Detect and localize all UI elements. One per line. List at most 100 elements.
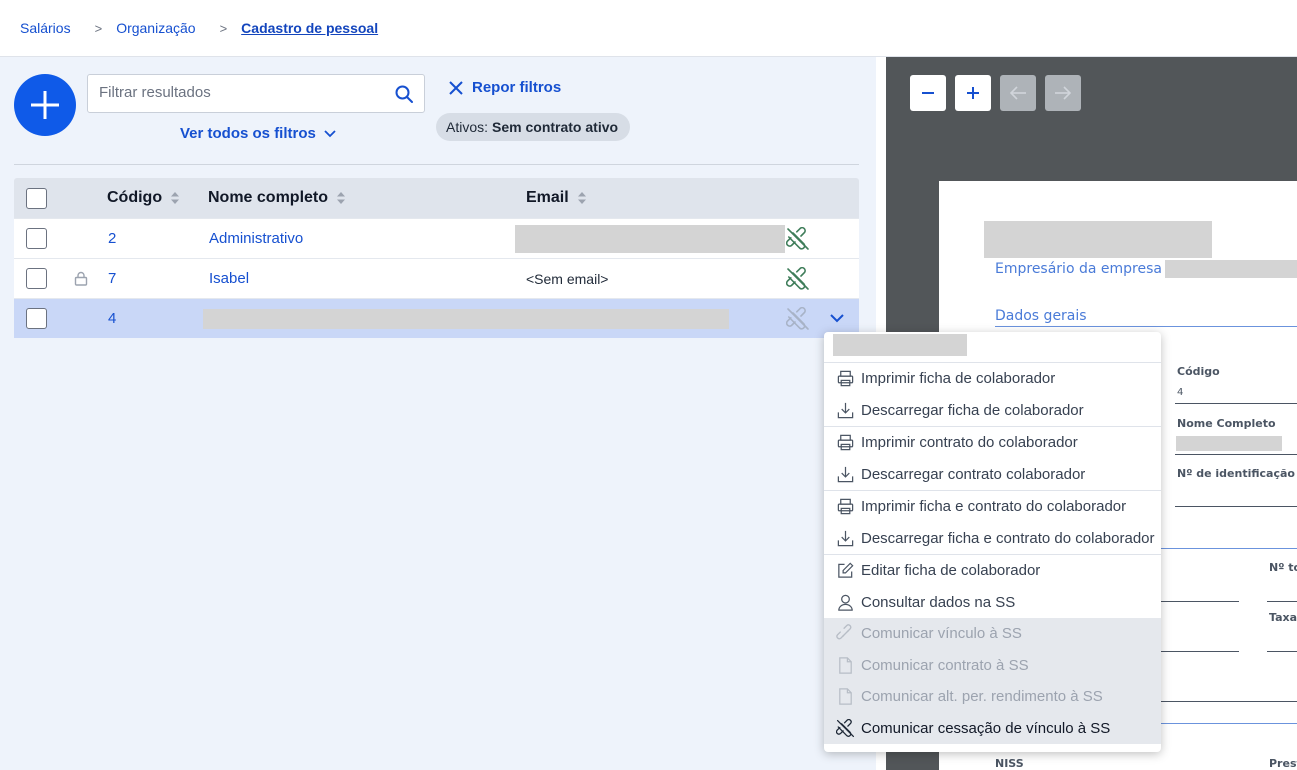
search-input[interactable]	[99, 84, 379, 101]
previous-page-button[interactable]	[1000, 75, 1036, 111]
next-page-button[interactable]	[1045, 75, 1081, 111]
broken-link-icon	[786, 306, 809, 330]
redacted-full-name	[1176, 436, 1282, 451]
menu-group-profile-contract: Imprimir ficha e contrato do colaborador…	[824, 491, 1161, 555]
doc-field-line	[1175, 454, 1297, 455]
menu-item-label: Editar ficha de colaborador	[861, 562, 1041, 580]
doc-section-line	[1161, 723, 1297, 724]
broken-link-icon	[786, 226, 809, 250]
breadcrumb-separator: >	[219, 20, 228, 36]
menu-item-communicate-contract[interactable]: Comunicar contrato à SS	[824, 649, 1161, 681]
reset-filters-label: Repor filtros	[472, 79, 562, 96]
row-email: <Sem email>	[526, 270, 609, 287]
breadcrumb-organizacao[interactable]: Organização	[116, 20, 195, 36]
menu-item-download-profile-contract[interactable]: Descarregar ficha e contrato do colabora…	[824, 523, 1161, 555]
row-link-status[interactable]	[786, 299, 810, 338]
doc-right-label-2: Taxa	[1269, 611, 1297, 624]
menu-item-consult-ss[interactable]: Consultar dados na SS	[824, 587, 1161, 619]
see-all-filters-button[interactable]: Ver todos os filtros	[180, 125, 336, 142]
table-row[interactable]: 2 Administrativo	[14, 218, 859, 258]
sort-icon	[337, 192, 346, 204]
menu-item-print-profile-contract[interactable]: Imprimir ficha e contrato do colaborador	[824, 491, 1161, 523]
redacted-employer	[1165, 260, 1297, 278]
row-link-status[interactable]	[786, 259, 810, 298]
user-icon	[838, 594, 853, 611]
doc-field-line	[1175, 506, 1297, 507]
select-all-checkbox[interactable]	[26, 187, 47, 209]
row-name[interactable]: Administrativo	[209, 219, 303, 258]
doc-field-line	[1161, 601, 1239, 602]
row-email-cell	[515, 219, 785, 258]
row-select-cell	[26, 259, 47, 298]
menu-item-label: Imprimir ficha e contrato do colaborador	[861, 498, 1127, 516]
plus-icon	[967, 87, 979, 99]
menu-item-print-profile[interactable]: Imprimir ficha de colaborador	[824, 363, 1161, 395]
search-icon[interactable]	[394, 84, 414, 104]
menu-item-label: Descarregar contrato colaborador	[861, 465, 1086, 483]
edit-icon	[838, 562, 854, 579]
zoom-out-button[interactable]	[910, 75, 946, 111]
table-row[interactable]: 7 Isabel <Sem email>	[14, 258, 859, 298]
link-icon	[836, 624, 852, 640]
menu-item-print-contract[interactable]: Imprimir contrato do colaborador	[824, 427, 1161, 459]
menu-item-label: Imprimir contrato do colaborador	[861, 434, 1078, 452]
column-header-code[interactable]: Código	[107, 178, 180, 218]
menu-item-edit-profile[interactable]: Editar ficha de colaborador	[824, 555, 1161, 587]
row-checkbox[interactable]	[26, 268, 47, 289]
row-checkbox[interactable]	[26, 228, 47, 249]
search-box	[87, 74, 425, 113]
redacted-name	[203, 308, 729, 329]
row-name[interactable]: Isabel	[209, 259, 249, 298]
download-icon	[837, 530, 854, 546]
doc-full-name-label: Nome Completo	[1177, 417, 1276, 430]
doc-prest-label: Prest	[1269, 757, 1297, 770]
row-lock-cell	[74, 259, 88, 298]
active-filter-chip[interactable]: Ativos: Sem contrato ativo	[436, 113, 631, 141]
redacted-company	[984, 221, 1212, 258]
row-code[interactable]: 7	[108, 259, 116, 298]
doc-field-line	[1175, 403, 1297, 404]
sort-icon	[577, 192, 586, 204]
printer-icon	[837, 371, 854, 387]
zoom-in-button[interactable]	[955, 75, 991, 111]
redacted-email	[515, 224, 785, 253]
add-employee-button[interactable]	[14, 74, 76, 136]
close-icon	[449, 80, 463, 95]
menu-item-communicate-income-change[interactable]: Comunicar alt. per. rendimento à SS	[824, 681, 1161, 713]
breadcrumb-cadastro[interactable]: Cadastro de pessoal	[241, 20, 378, 36]
breadcrumb-salarios[interactable]: Salários	[20, 20, 71, 36]
row-code[interactable]: 4	[108, 299, 116, 338]
doc-field-line	[1161, 651, 1239, 652]
column-header-name[interactable]: Nome completo	[208, 178, 346, 218]
menu-item-communicate-bond[interactable]: Comunicar vínculo à SS	[824, 618, 1161, 650]
menu-item-label: Comunicar alt. per. rendimento à SS	[861, 688, 1103, 706]
minus-icon	[922, 92, 934, 94]
menu-item-download-contract[interactable]: Descarregar contrato colaborador	[824, 459, 1161, 491]
download-icon	[837, 466, 854, 482]
menu-item-label: Descarregar ficha de colaborador	[861, 401, 1084, 419]
select-all-cell	[26, 178, 47, 218]
menu-group-profile: Imprimir ficha de colaborador Descarrega…	[824, 363, 1161, 427]
top-bar: Salários > Organização > Cadastro de pes…	[0, 0, 1297, 57]
row-actions-menu: Imprimir ficha de colaborador Descarrega…	[824, 332, 1161, 752]
menu-item-label: Descarregar ficha e contrato do colabora…	[861, 529, 1155, 547]
row-select-cell	[26, 299, 47, 338]
menu-item-communicate-termination[interactable]: Comunicar cessação de vínculo à SS	[824, 712, 1161, 744]
chip-value: Sem contrato ativo	[492, 119, 619, 135]
column-header-email[interactable]: Email	[526, 178, 587, 218]
doc-id-number-label: Nº de identificação	[1177, 467, 1295, 480]
menu-item-label: Consultar dados na SS	[861, 593, 1016, 611]
column-code-label: Código	[107, 189, 163, 206]
row-link-status[interactable]	[786, 219, 810, 258]
row-checkbox[interactable]	[26, 308, 47, 329]
menu-item-label: Imprimir ficha de colaborador	[861, 370, 1056, 388]
menu-group-ss: Editar ficha de colaborador Consultar da…	[824, 555, 1161, 744]
document-icon	[839, 688, 852, 705]
printer-icon	[837, 499, 854, 515]
table-row[interactable]: 4	[14, 298, 859, 338]
document-icon	[839, 657, 852, 674]
row-code[interactable]: 2	[108, 219, 116, 258]
reset-filters-button[interactable]: Repor filtros	[449, 79, 561, 96]
menu-item-download-profile[interactable]: Descarregar ficha de colaborador	[824, 395, 1161, 427]
doc-code-label: Código	[1177, 365, 1220, 378]
